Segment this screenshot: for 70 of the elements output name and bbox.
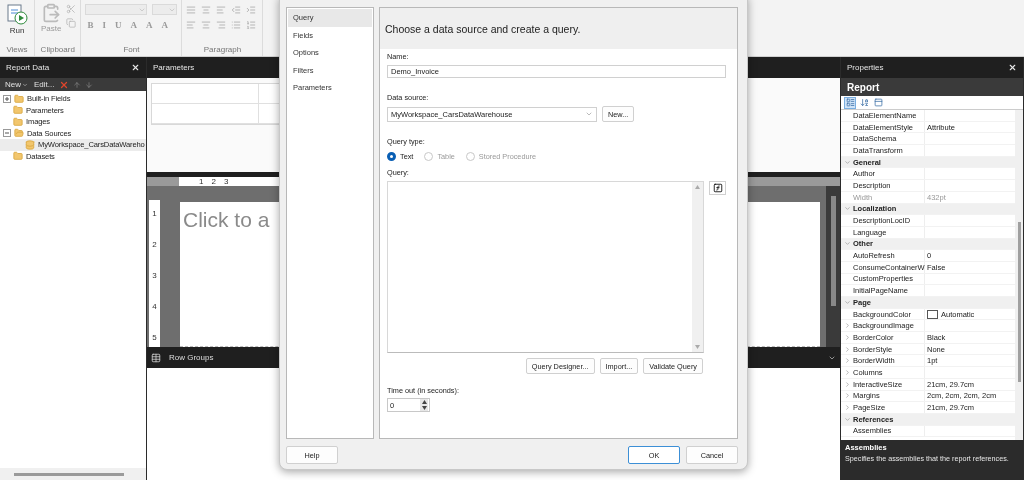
new-menu-button[interactable]: New (4, 80, 29, 89)
group-label: Paragraph (202, 44, 243, 56)
cut-icon[interactable] (66, 4, 77, 14)
collapse-icon[interactable] (843, 158, 851, 166)
folder-icon (13, 105, 23, 116)
collapse-icon[interactable] (843, 298, 851, 306)
color-swatch[interactable] (927, 309, 938, 319)
align-bottom-icon[interactable] (216, 5, 227, 15)
vertical-scrollbar[interactable] (1015, 110, 1023, 440)
copy-icon[interactable] (66, 18, 77, 28)
align-left-icon[interactable] (186, 20, 197, 30)
group-label: Views (5, 44, 29, 56)
run-button[interactable]: Run (4, 2, 30, 36)
expand-icon[interactable] (3, 94, 11, 103)
expand-icon[interactable] (843, 333, 851, 341)
folder-icon (13, 151, 23, 162)
vertical-scrollbar[interactable] (826, 186, 840, 347)
expand-icon[interactable] (843, 404, 851, 412)
horizontal-scrollbar[interactable] (0, 468, 146, 480)
spin-up-icon[interactable] (421, 400, 427, 404)
property-pages-button[interactable] (872, 96, 884, 109)
delete-icon[interactable] (59, 79, 70, 90)
chevron-down-icon (585, 110, 593, 118)
close-icon[interactable] (1008, 63, 1017, 72)
font-name-dropdown[interactable] (85, 4, 148, 15)
collapse-icon[interactable] (843, 205, 851, 213)
radio-button[interactable] (387, 152, 396, 161)
database-icon (25, 139, 35, 150)
expression-button[interactable] (709, 181, 726, 195)
expand-icon[interactable] (843, 380, 851, 388)
expand-icon[interactable] (843, 322, 851, 330)
categorized-button[interactable] (844, 96, 856, 109)
align-right-icon[interactable] (216, 20, 227, 30)
dialog-header: Choose a data source and create a query. (380, 8, 737, 49)
move-down-icon[interactable] (85, 80, 94, 89)
query-text-area[interactable] (387, 181, 704, 353)
outdent-icon[interactable] (231, 5, 242, 15)
edit-button[interactable]: Edit... (33, 80, 56, 89)
folder-icon (14, 93, 24, 104)
numbering-icon[interactable] (246, 20, 257, 30)
report-run-icon (6, 3, 28, 25)
panel-header: Report Data (0, 57, 146, 78)
collapse-icon[interactable] (843, 415, 851, 423)
sort-button[interactable] (858, 96, 870, 109)
group-label: Clipboard (39, 44, 76, 56)
object-title: Report (841, 78, 1023, 96)
paste-icon (41, 3, 62, 23)
expand-icon[interactable] (843, 392, 851, 400)
spin-down-icon[interactable] (421, 406, 427, 410)
bullets-icon[interactable] (231, 20, 242, 30)
folder-icon (13, 116, 23, 127)
align-center-icon[interactable] (201, 20, 212, 30)
vertical-ruler: 1 2 3 4 5 (149, 200, 160, 347)
grid-icon (151, 352, 161, 363)
expand-icon[interactable] (843, 357, 851, 365)
group-label: Font (122, 44, 141, 56)
align-top-icon[interactable] (186, 5, 197, 15)
expand-icon[interactable] (843, 368, 851, 376)
scroll-down-icon[interactable] (695, 345, 700, 349)
caret-icon (22, 81, 28, 88)
indent-icon[interactable] (246, 5, 257, 15)
function-icon (712, 183, 723, 193)
expand-icon[interactable] (843, 345, 851, 353)
font-size-dropdown[interactable] (152, 4, 178, 15)
collapse-icon[interactable] (843, 240, 851, 248)
move-up-icon[interactable] (73, 80, 82, 89)
close-icon[interactable] (131, 63, 140, 72)
panel-header: Properties (841, 57, 1023, 78)
collapse-icon[interactable] (3, 129, 11, 138)
align-middle-icon[interactable] (201, 5, 212, 15)
